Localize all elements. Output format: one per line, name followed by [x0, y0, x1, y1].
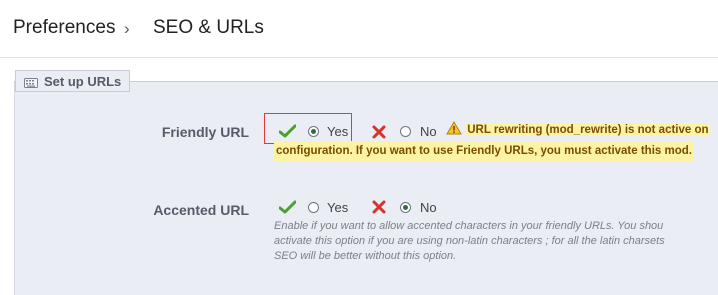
accented-url-yes-radio[interactable] — [308, 202, 319, 213]
keyboard-icon — [24, 76, 38, 91]
friendly-url-no-option[interactable]: No — [400, 124, 437, 139]
page-title: SEO & URLs — [153, 17, 264, 38]
warning-line-2: configuration. If you want to use Friend… — [274, 141, 694, 161]
accented-url-no-radio[interactable] — [400, 202, 411, 213]
accented-url-no-option[interactable]: No — [400, 200, 437, 215]
check-icon — [278, 200, 297, 219]
breadcrumb-root[interactable]: Preferences — [13, 17, 115, 39]
cross-icon — [372, 200, 386, 219]
friendly-url-label: Friendly URL — [161, 124, 249, 140]
accented-url-help: Enable if you want to allow accented cha… — [274, 220, 665, 262]
accented-url-label: Accented URL — [153, 202, 249, 218]
warning-icon — [446, 121, 465, 136]
friendly-url-yes-radio[interactable] — [308, 126, 319, 137]
fieldset-legend: Set up URLs — [15, 70, 130, 92]
friendly-url-no-radio[interactable] — [400, 126, 411, 137]
friendly-url-yes-option[interactable]: Yes — [308, 124, 348, 139]
legend-label: Set up URLs — [44, 74, 122, 89]
breadcrumb-separator: › — [124, 19, 130, 38]
page-header: Preferences › SEO & URLs — [0, 0, 718, 58]
accented-url-yes-option[interactable]: Yes — [308, 200, 348, 215]
